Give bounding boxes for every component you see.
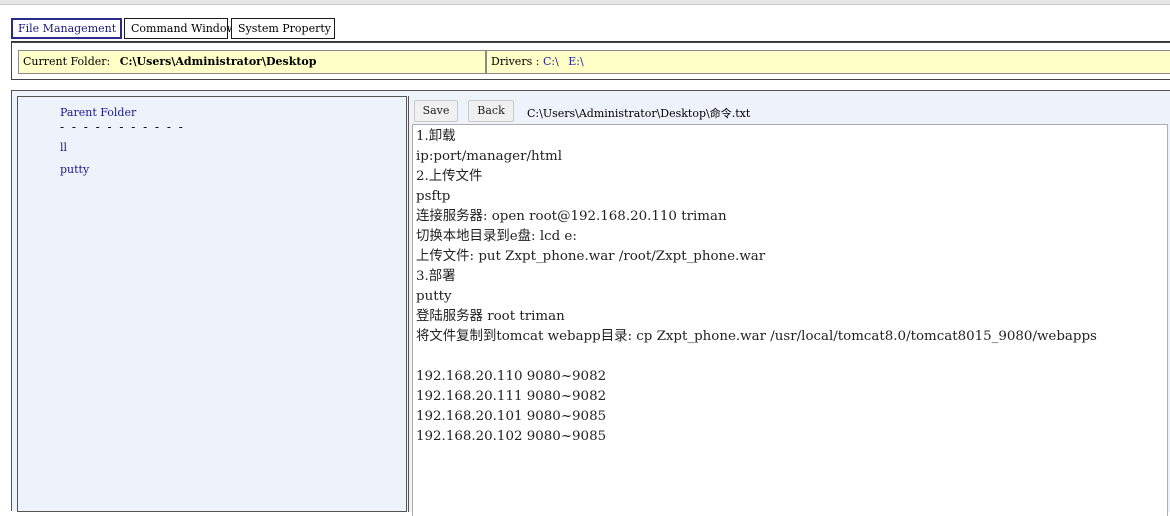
editor-line: 192.168.20.111 9080~9082 bbox=[416, 389, 607, 404]
editor-pane: Save Back C:\Users\Administrator\Desktop… bbox=[408, 96, 1170, 516]
editor-line: 2.上传文件 bbox=[416, 169, 483, 184]
file-item-ll[interactable]: ll bbox=[60, 141, 67, 154]
editor-line: 192.168.20.101 9080~9085 bbox=[416, 409, 607, 424]
editor-line: 3.部署 bbox=[416, 269, 456, 284]
editor-line: 登陆服务器 root triman bbox=[416, 309, 565, 324]
editor-line: 上传文件: put Zxpt_phone.war /root/Zxpt_phon… bbox=[416, 249, 766, 264]
file-list-divider: - - - - - - - - - - - bbox=[60, 120, 185, 134]
drive-link-e[interactable]: E:\ bbox=[568, 55, 583, 68]
back-button[interactable]: Back bbox=[468, 100, 514, 122]
main-panel: Parent Folder - - - - - - - - - - - ll p… bbox=[11, 90, 1170, 516]
save-button[interactable]: Save bbox=[414, 100, 458, 122]
open-file-path: C:\Users\Administrator\Desktop\命令.txt bbox=[527, 107, 751, 120]
editor-line: psftp bbox=[416, 189, 451, 204]
editor-line: 1.卸载 bbox=[416, 129, 456, 144]
path-bar: Current Folder: C:\Users\Administrator\D… bbox=[11, 42, 1170, 80]
drivers-label: Drivers : bbox=[491, 55, 540, 68]
parent-folder-link[interactable]: Parent Folder bbox=[60, 106, 136, 119]
editor-line: putty bbox=[416, 289, 452, 304]
tab-command-window[interactable]: Command Window bbox=[124, 18, 236, 39]
file-item-putty[interactable]: putty bbox=[60, 163, 89, 176]
drive-link-c[interactable]: C:\ bbox=[543, 55, 559, 68]
file-content-textarea[interactable]: 1.卸载 ip:port/manager/html 2.上传文件 psftp 连… bbox=[412, 124, 1168, 516]
tab-system-property[interactable]: System Property bbox=[231, 18, 335, 39]
file-list-pane: Parent Folder - - - - - - - - - - - ll p… bbox=[17, 96, 407, 512]
window-top-edge bbox=[0, 0, 1170, 5]
tab-file-management[interactable]: File Management bbox=[11, 18, 122, 39]
current-folder-path: C:\Users\Administrator\Desktop bbox=[119, 55, 317, 68]
editor-line: 192.168.20.102 9080~9085 bbox=[416, 429, 607, 444]
editor-line: ip:port/manager/html bbox=[416, 149, 562, 164]
editor-line: 将文件复制到tomcat webapp目录: cp Zxpt_phone.war… bbox=[416, 329, 1097, 344]
editor-line: 192.168.20.110 9080~9082 bbox=[416, 369, 607, 384]
drivers-cell: Drivers : C:\ E:\ bbox=[486, 50, 1170, 74]
current-folder-label: Current Folder: bbox=[23, 55, 111, 68]
editor-line: 连接服务器: open root@192.168.20.110 triman bbox=[416, 209, 727, 224]
editor-line: 切换本地目录到e盘: lcd e: bbox=[416, 229, 577, 244]
current-folder-cell: Current Folder: C:\Users\Administrator\D… bbox=[18, 50, 486, 74]
